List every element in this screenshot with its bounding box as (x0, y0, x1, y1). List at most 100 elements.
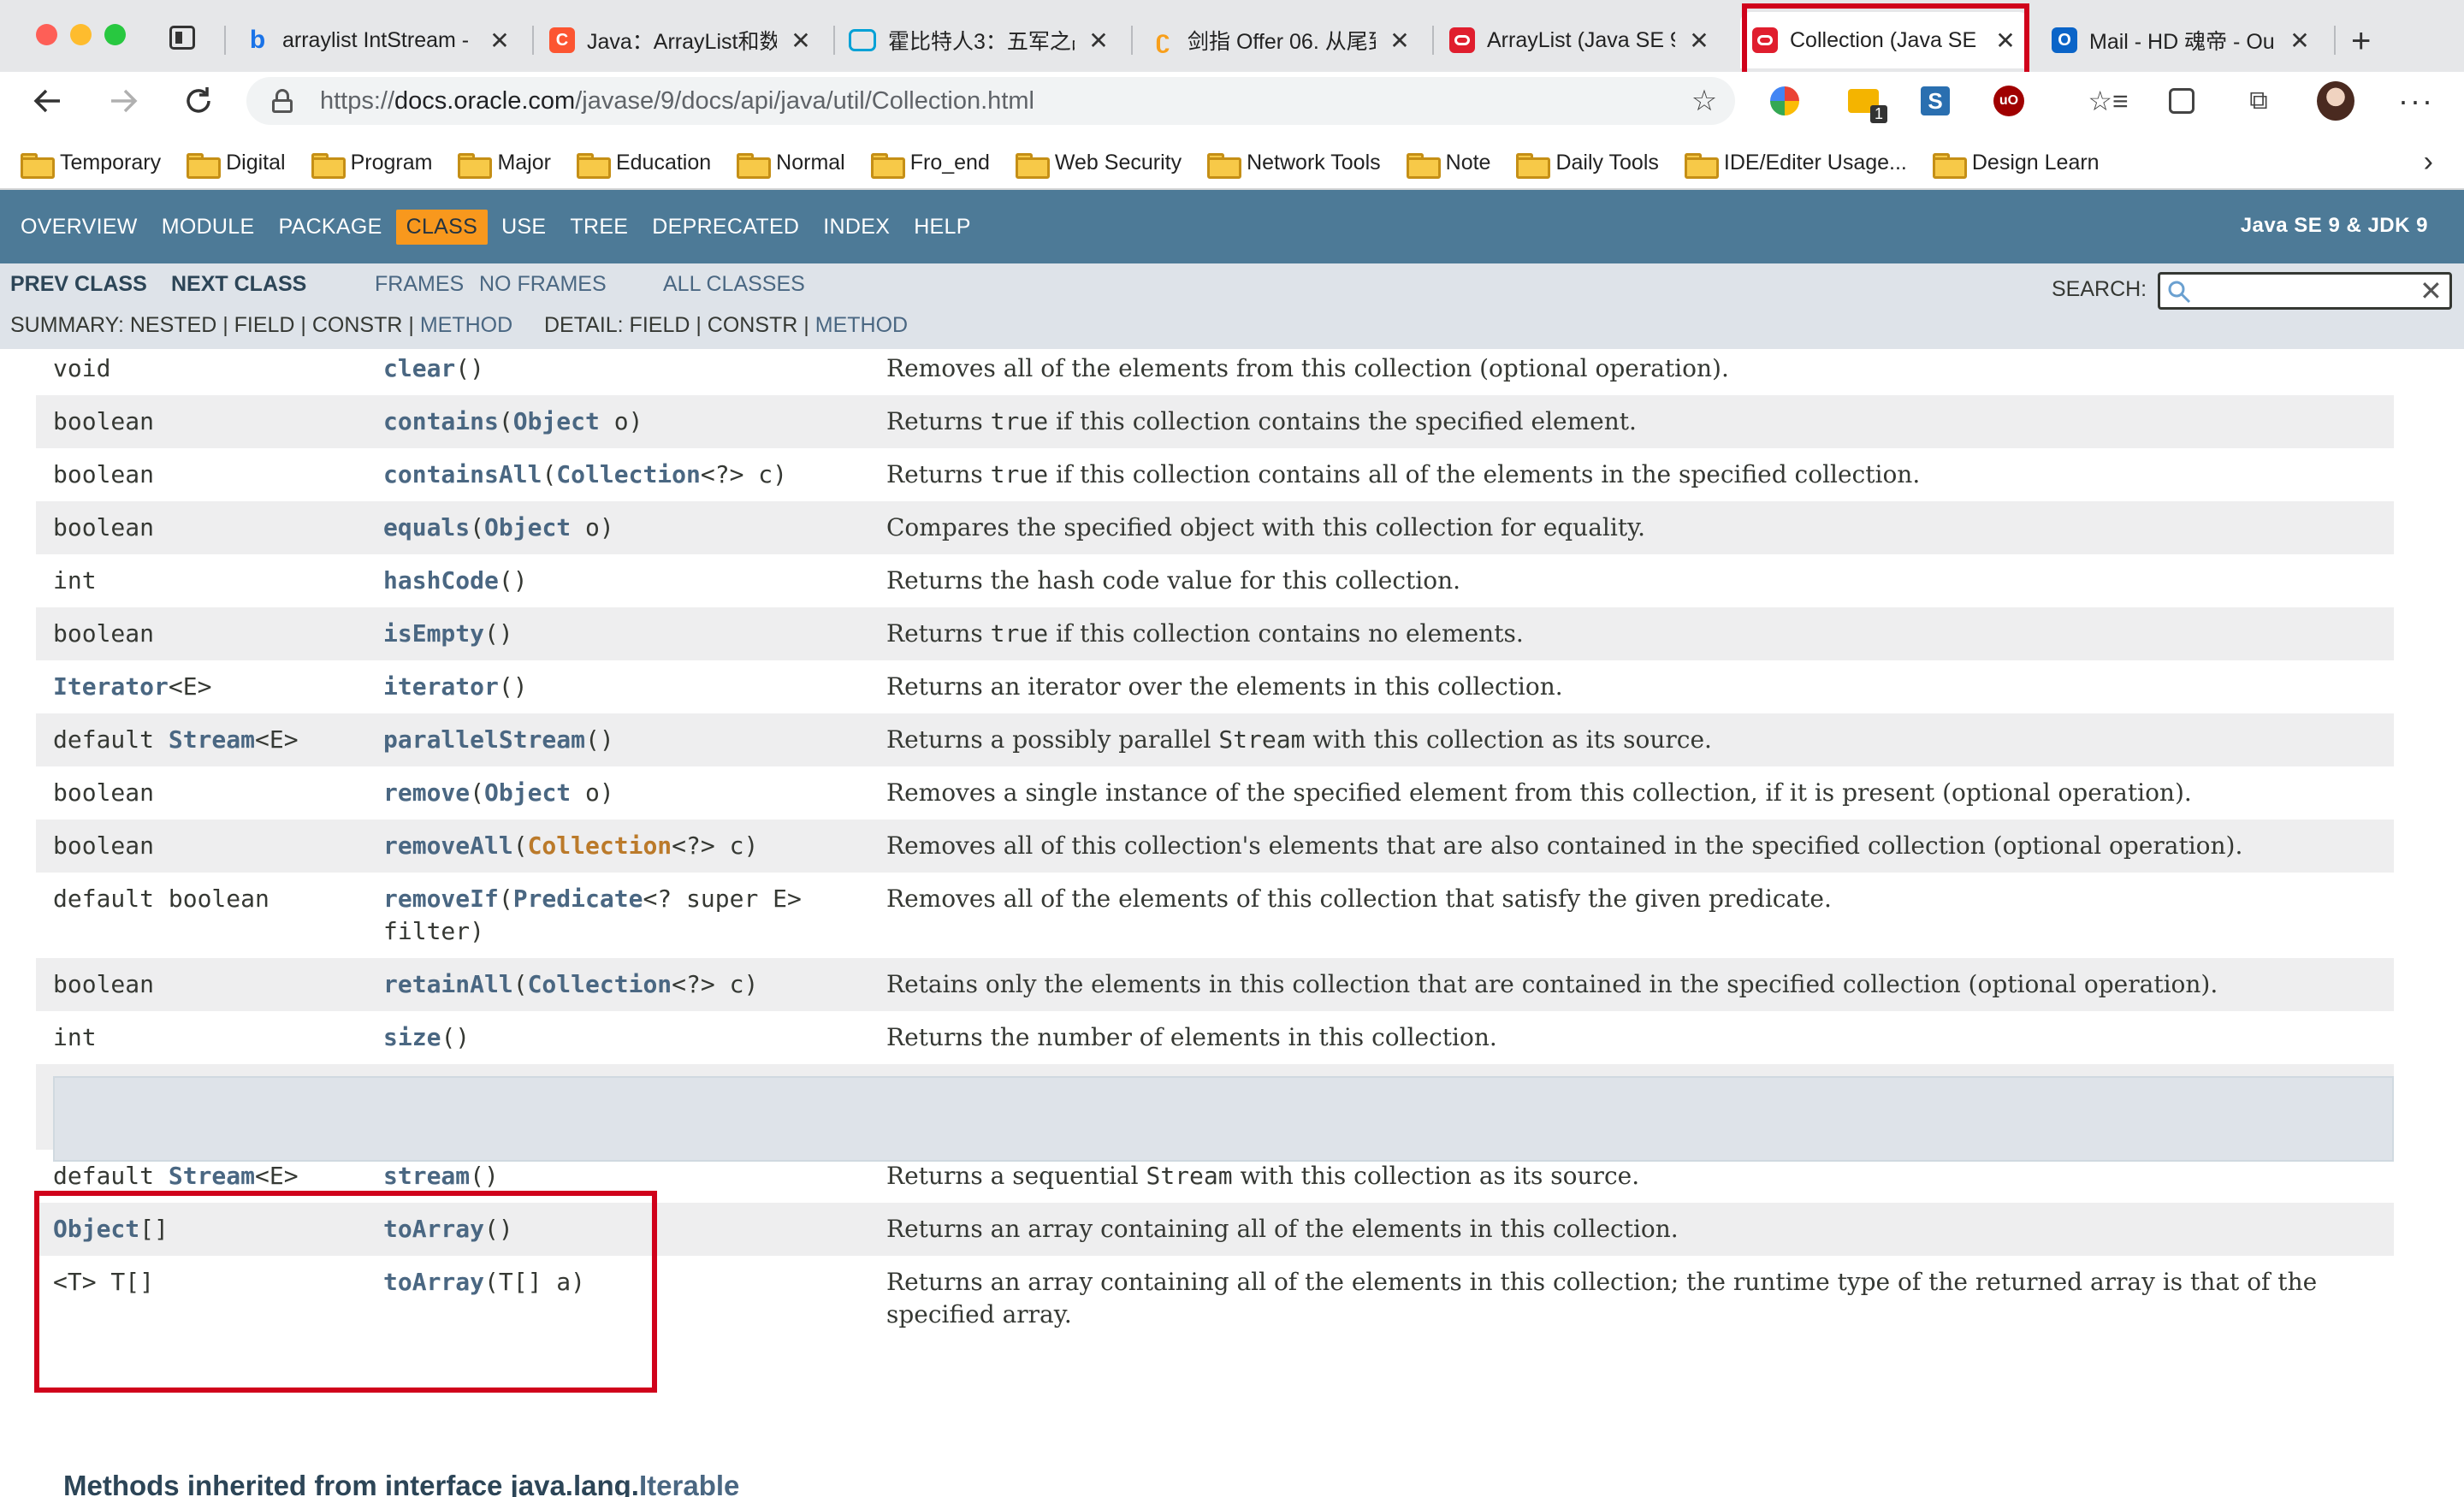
param-type-link[interactable]: Collection (556, 460, 701, 488)
method-name-link[interactable]: remove (383, 778, 470, 807)
bookmark-folder[interactable]: Design Learn (1932, 151, 2100, 179)
bookmark-folder[interactable]: Major (458, 150, 551, 179)
extension-chat-icon[interactable]: 1 (1845, 82, 1887, 123)
summary-method-link[interactable]: METHOD (420, 313, 512, 337)
method-name-link[interactable]: isEmpty (383, 619, 484, 648)
frames-link[interactable]: FRAMES (375, 272, 464, 297)
method-description: Returns a possibly parallel Stream with … (869, 713, 2394, 766)
bookmark-label: Major (497, 150, 551, 175)
clear-search-icon[interactable]: ✕ (2420, 275, 2443, 307)
close-icon[interactable]: ✕ (1993, 27, 2017, 55)
folder-icon (187, 151, 222, 179)
back-button[interactable] (29, 82, 67, 120)
forward-button[interactable] (104, 82, 142, 120)
browser-tab[interactable]: ʗ 剑指 Offer 06. 从尾到 ✕ (1138, 12, 1424, 68)
avatar[interactable] (2317, 81, 2354, 121)
prev-class-link[interactable]: PREV CLASS (10, 272, 147, 297)
bookmark-folder[interactable]: Education (576, 151, 711, 179)
next-class-link[interactable]: NEXT CLASS (171, 272, 306, 297)
method-name-link[interactable]: size (383, 1023, 441, 1051)
method-name-link[interactable]: hashCode (383, 566, 499, 595)
close-icon[interactable]: ✕ (1687, 27, 1711, 55)
method-name-link[interactable]: parallelStream (383, 725, 585, 754)
method-name-link[interactable]: equals (383, 513, 470, 541)
collections-icon[interactable] (2163, 82, 2200, 120)
return-type-link[interactable]: Stream (169, 1162, 255, 1190)
nav-index[interactable]: INDEX (813, 210, 900, 245)
nav-use[interactable]: USE (491, 210, 556, 245)
nav-tree[interactable]: TREE (560, 210, 638, 245)
bookmark-folder[interactable]: Normal (737, 151, 845, 179)
window-maximize-button[interactable] (104, 24, 126, 45)
param-type-link[interactable]: Collection (528, 831, 672, 860)
more-menu-icon[interactable]: ··· (2397, 82, 2435, 120)
close-icon[interactable]: ✕ (2288, 27, 2312, 55)
method-name-link[interactable]: iterator (383, 672, 499, 701)
tab-actions-icon[interactable] (169, 26, 195, 50)
browser-tab[interactable]: O Mail - HD 魂帝 - Ou ✕ (2040, 12, 2324, 68)
browser-tab[interactable]: 霍比特人3：五军之战 ✕ (837, 12, 1122, 68)
new-tab-icon[interactable]: + (2351, 22, 2371, 61)
description-code: true (990, 460, 1049, 488)
return-type-link[interactable]: Object (53, 1215, 139, 1243)
extension-color-icon[interactable] (1766, 82, 1804, 120)
bookmark-folder[interactable]: Note (1406, 151, 1490, 179)
method-name-link[interactable]: stream (383, 1162, 470, 1190)
method-cell: removeAll(Collection<?> c) (366, 820, 869, 873)
param-type-link[interactable]: Object (513, 407, 600, 435)
search-input[interactable] (2158, 272, 2452, 310)
bookmark-folder[interactable]: IDE/Editer Usage... (1684, 151, 1907, 179)
window-minimize-button[interactable] (70, 24, 92, 45)
window-close-button[interactable] (36, 24, 57, 45)
param-type-link[interactable]: Object (484, 513, 571, 541)
lock-icon[interactable] (272, 89, 293, 113)
method-name-link[interactable]: removeAll (383, 831, 513, 860)
bookmark-folder[interactable]: Digital (187, 151, 286, 179)
url-field[interactable]: https://docs.oracle.com/javase/9/docs/ap… (246, 77, 1735, 125)
browser-tab[interactable]: b arraylist IntStream - ✕ (233, 12, 524, 68)
chevron-right-icon[interactable]: › (2424, 145, 2433, 179)
close-icon[interactable]: ✕ (1388, 27, 1412, 55)
detail-method-link[interactable]: METHOD (815, 313, 908, 337)
bookmark-folder[interactable]: Fro_end (870, 151, 990, 179)
nav-module[interactable]: MODULE (151, 210, 265, 245)
close-icon[interactable]: ✕ (1087, 27, 1111, 55)
method-name-link[interactable]: contains (383, 407, 499, 435)
bookmark-folder[interactable]: Temporary (21, 151, 161, 179)
browser-tab[interactable]: ArrayList (Java SE 9 ✕ (1437, 12, 1723, 68)
method-name-link[interactable]: retainAll (383, 970, 513, 998)
method-name-link[interactable]: clear (383, 354, 455, 382)
nav-package[interactable]: PACKAGE (268, 210, 392, 245)
no-frames-link[interactable]: NO FRAMES (479, 272, 607, 297)
close-icon[interactable]: ✕ (488, 27, 512, 55)
method-name-link[interactable]: toArray (383, 1268, 484, 1296)
add-favorite-icon[interactable]: ☆ (1685, 82, 1723, 120)
iterable-link[interactable]: Iterable (639, 1470, 739, 1497)
nav-overview[interactable]: OVERVIEW (10, 210, 148, 245)
close-icon[interactable]: ✕ (789, 27, 813, 55)
ublock-icon[interactable]: uO (1990, 82, 2028, 120)
nav-deprecated[interactable]: DEPRECATED (642, 210, 809, 245)
bookmark-folder[interactable]: Daily Tools (1516, 151, 1659, 179)
param-type-link[interactable]: Predicate (513, 885, 643, 913)
browser-tab-active[interactable]: Collection (Java SE ✕ (1740, 12, 2029, 68)
extensions-icon[interactable]: ⧉ (2240, 82, 2277, 120)
method-name-link[interactable]: containsAll (383, 460, 542, 488)
nav-help[interactable]: HELP (903, 210, 981, 245)
bookmark-folder[interactable]: Program (311, 151, 432, 179)
method-cell: iterator() (366, 660, 869, 713)
extension-s-icon[interactable]: S (1916, 82, 1954, 120)
method-name-link[interactable]: removeIf (383, 885, 499, 913)
method-name-link[interactable]: toArray (383, 1215, 484, 1243)
return-type-link[interactable]: Iterator (53, 672, 169, 701)
param-type-link[interactable]: Object (484, 778, 571, 807)
method-params: ( (470, 513, 485, 541)
all-classes-link[interactable]: ALL CLASSES (663, 272, 805, 297)
favorites-icon[interactable]: ☆≡ (2088, 82, 2128, 120)
bookmark-folder[interactable]: Network Tools (1207, 151, 1381, 179)
return-type-link[interactable]: Stream (169, 725, 255, 754)
reload-button[interactable] (180, 82, 217, 120)
param-type-link[interactable]: Collection (528, 970, 672, 998)
bookmark-folder[interactable]: Web Security (1015, 151, 1182, 179)
browser-tab[interactable]: C Java：ArrayList和数 ✕ (537, 12, 825, 68)
